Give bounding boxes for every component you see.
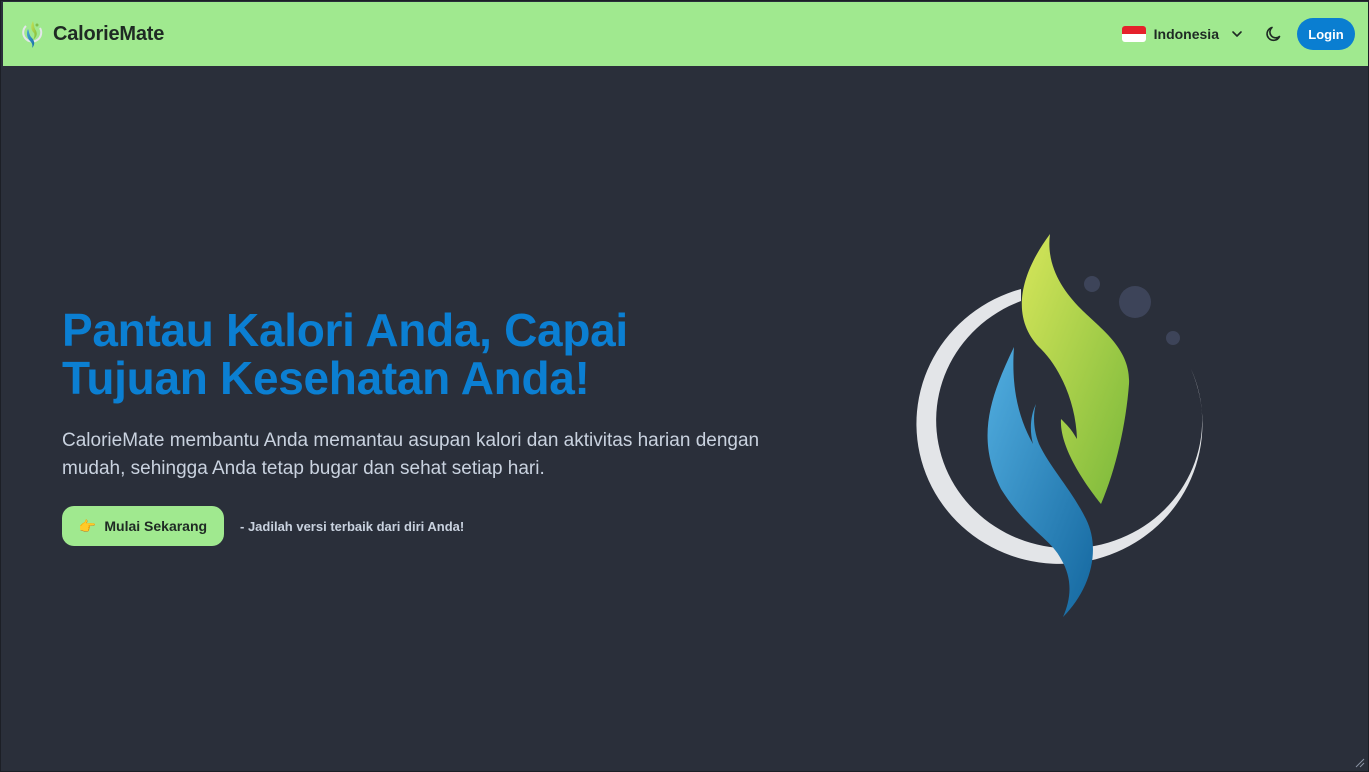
start-now-label: Mulai Sekarang — [104, 518, 208, 534]
language-label: Indonesia — [1153, 26, 1219, 42]
brand-name: CalorieMate — [53, 22, 165, 45]
moon-icon — [1266, 26, 1281, 42]
hero-description: CalorieMate membantu Anda memantau asupa… — [62, 430, 760, 479]
language-selector[interactable]: Indonesia — [1121, 26, 1243, 42]
chevron-down-icon — [1232, 31, 1242, 37]
cta-row: 👉 Mulai Sekarang - Jadilah versi terbaik… — [62, 506, 464, 546]
theme-toggle-button[interactable] — [1263, 23, 1285, 45]
hero-tagline: - Jadilah versi terbaik dari diri Anda! — [240, 518, 465, 534]
indonesia-flag-icon — [1121, 26, 1146, 42]
hero-logo-illustration — [916, 234, 1203, 617]
login-button[interactable]: Login — [1297, 18, 1355, 50]
app-window: CalorieMate Indonesia Login Pantau Kalor… — [0, 0, 1369, 772]
brand-logo-icon — [22, 21, 43, 48]
navbar-actions: Indonesia Login — [1121, 18, 1355, 50]
hero-title: Pantau Kalori Anda, Capai Tujuan Kesehat… — [62, 306, 762, 402]
navbar: CalorieMate Indonesia Login — [3, 2, 1368, 66]
hero-title-line-1: Pantau Kalori Anda, Capai — [62, 304, 628, 356]
pointing-hand-icon: 👉 — [78, 518, 97, 534]
brand-home-link[interactable]: CalorieMate — [19, 19, 164, 49]
resize-grip-icon[interactable] — [1353, 756, 1365, 768]
hero-title-line-2: Tujuan Kesehatan Anda! — [62, 352, 590, 404]
start-now-button[interactable]: 👉 Mulai Sekarang — [62, 506, 224, 546]
